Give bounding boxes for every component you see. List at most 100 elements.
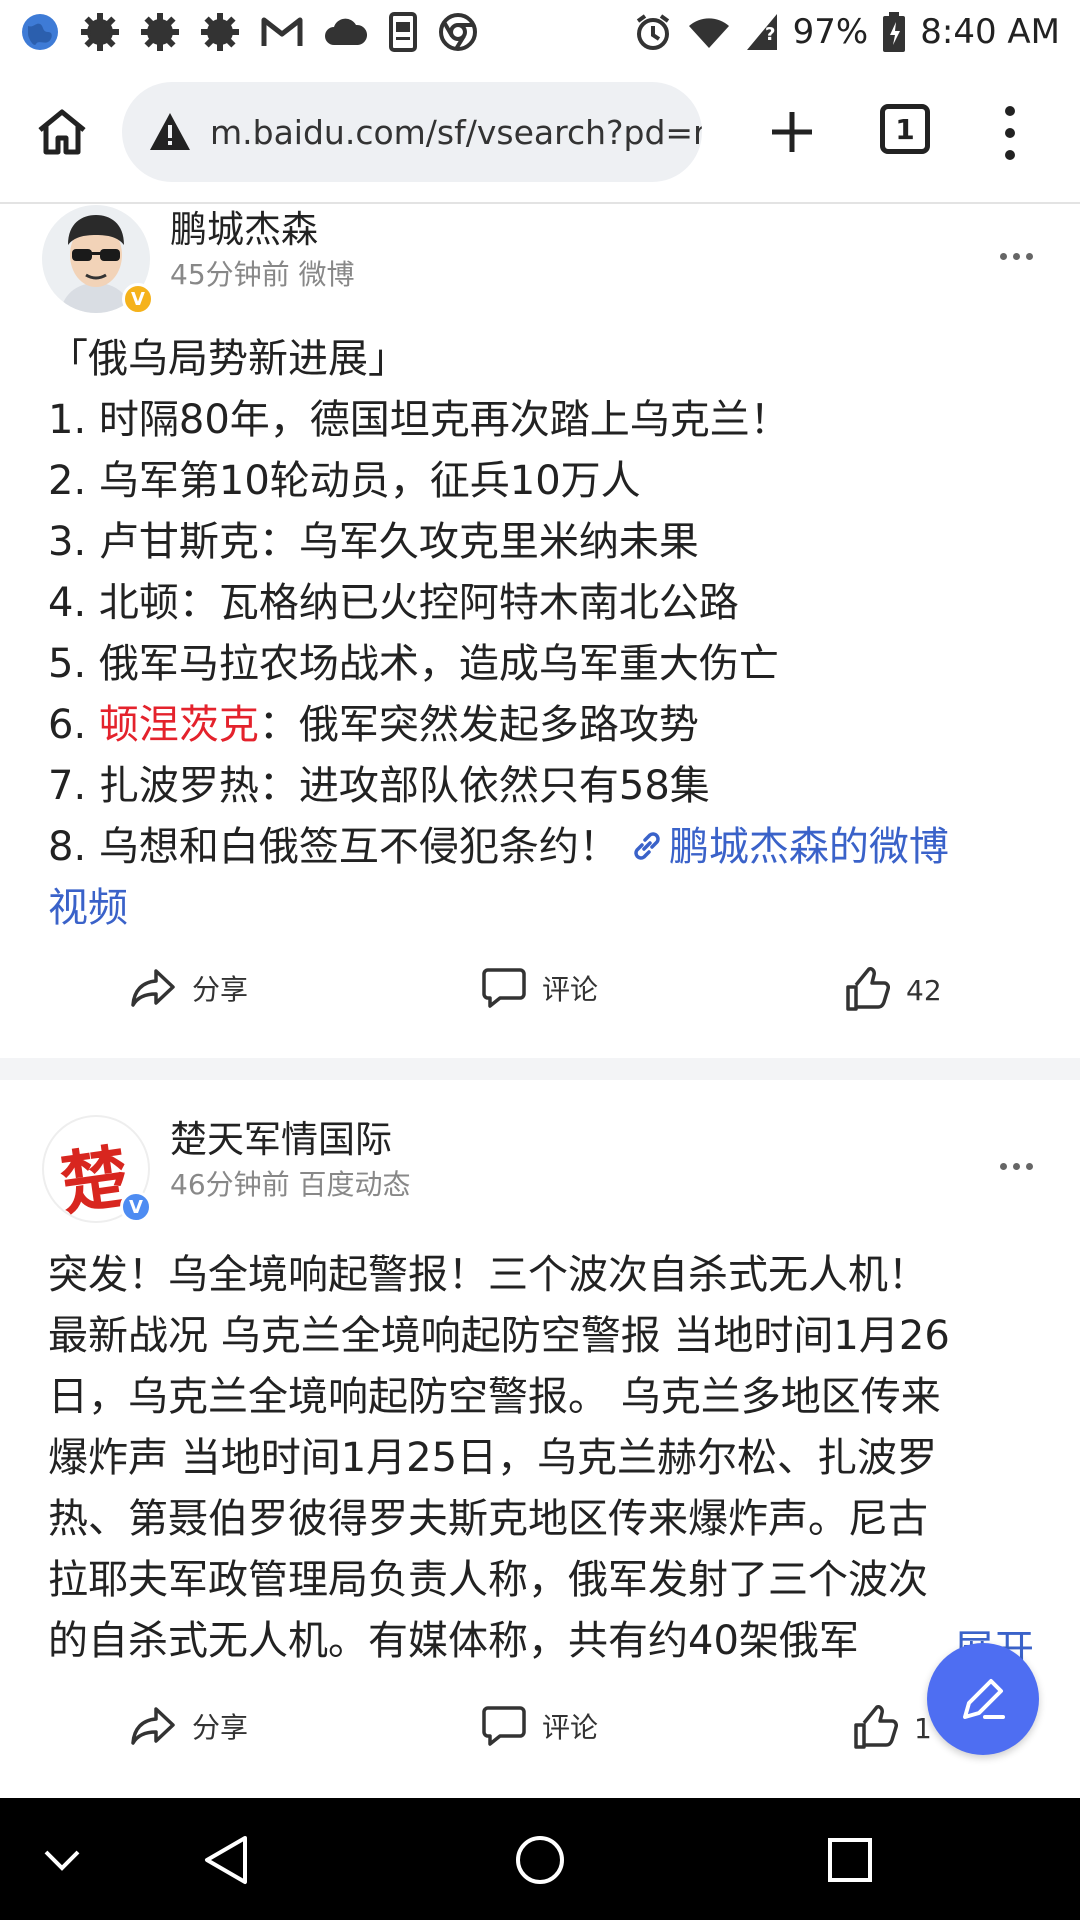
nav-home-button[interactable] <box>508 1828 572 1892</box>
more-options-button[interactable] <box>1000 253 1033 260</box>
video-link[interactable]: 视频 <box>48 878 1038 939</box>
cloud-icon <box>325 18 368 45</box>
author-name[interactable]: 鹏城杰森 <box>170 199 318 253</box>
home-button[interactable] <box>30 100 94 164</box>
warning-icon <box>150 113 190 150</box>
comment-icon <box>482 968 526 1008</box>
nav-recents-button[interactable] <box>818 1828 882 1892</box>
content-line: 7. 扎波罗热：进攻部队依然只有58集 <box>48 763 710 809</box>
status-bar: ? 97% 8:40 AM <box>0 0 1080 64</box>
content-line: 拉耶夫军政管理局负责人称，俄军发射了三个波次 <box>48 1557 928 1603</box>
content-line: 爆炸声 当地时间1月25日，乌克兰赫尔松、扎波罗 <box>48 1435 938 1481</box>
verified-badge-blue: V <box>120 1191 152 1223</box>
svg-text:?: ? <box>765 24 775 45</box>
avatar[interactable]: V <box>42 205 154 315</box>
menu-dot <box>1005 150 1015 160</box>
avatar[interactable]: 楚 V <box>42 1115 152 1225</box>
post-card: 楚 V 楚天军情国际 46分钟前 百度动态 突发！乌全境响起警报！三个波次自杀式… <box>0 1115 1080 1798</box>
content-line: 8. 乌想和白俄签互不侵犯条约！ 鹏城杰森的微博 <box>48 817 1038 878</box>
line-text: 8. 乌想和白俄签互不侵犯条约！ <box>48 824 619 870</box>
post-card: V 鹏城杰森 45分钟前 微博 「俄乌局势新进展」 1. 时隔80年，德国坦克再… <box>0 205 1080 1058</box>
share-button[interactable]: 分享 <box>130 1705 248 1747</box>
content-line: 1. 时隔80年，德国坦克再次踏上乌克兰！ <box>48 397 790 443</box>
content-line: 3. 卢甘斯克：乌军久攻克里米纳未果 <box>48 519 699 565</box>
plus-icon <box>772 112 812 152</box>
more-options-button[interactable] <box>1000 1163 1033 1170</box>
content-line: 6. 顿涅茨克：俄军突然发起多路攻势 <box>48 695 1038 756</box>
gear-icon <box>81 13 119 51</box>
content-line: 4. 北顿：瓦格纳已火控阿特木南北公路 <box>48 580 739 626</box>
gmail-icon <box>261 17 303 46</box>
like-button[interactable]: 1 <box>852 1705 932 1751</box>
content-line: 最新战况 乌克兰全境响起防空警报 当地时间1月26 <box>48 1313 950 1359</box>
menu-dot <box>1005 128 1015 138</box>
home-icon <box>38 109 86 155</box>
nav-collapse-button[interactable] <box>30 1828 94 1892</box>
wifi-icon <box>688 18 729 48</box>
like-count: 42 <box>906 973 942 1007</box>
author-name[interactable]: 楚天军情国际 <box>170 1109 392 1163</box>
content-line: 的自杀式无人机。有媒体称，共有约40架俄军 <box>48 1618 859 1664</box>
content-line: 热、第聂伯罗彼得罗夫斯克地区传来爆炸声。尼古 <box>48 1496 928 1542</box>
share-button[interactable]: 分享 <box>130 967 248 1009</box>
chevron-down-icon <box>44 1850 80 1871</box>
battery-icon <box>883 12 906 52</box>
url-text: m.baidu.com/sf/vsearch?pd=r <box>210 112 702 152</box>
chrome-icon <box>439 13 477 51</box>
share-icon <box>131 969 175 1007</box>
thumbs-up-icon <box>854 1705 898 1749</box>
post-content[interactable]: 「俄乌局势新进展」 1. 时隔80年，德国坦克再次踏上乌克兰！ 2. 乌军第10… <box>48 329 1038 939</box>
gear-icon <box>141 13 179 51</box>
highlight-keyword[interactable]: 顿涅茨克 <box>99 702 259 748</box>
edit-pencil-icon <box>963 1679 1005 1719</box>
share-label: 分享 <box>192 1711 249 1744</box>
tab-count: 1 <box>895 112 915 146</box>
compose-fab-button[interactable] <box>927 1643 1039 1755</box>
weibo-link[interactable]: 鹏城杰森的微博 <box>619 824 949 870</box>
comment-button[interactable]: 评论 <box>482 967 598 1009</box>
browser-menu-button[interactable] <box>990 98 1030 168</box>
share-label: 分享 <box>192 973 249 1006</box>
verified-badge-gold: V <box>122 283 154 315</box>
content-line: 日，乌克兰全境响起防空警报。 乌克兰多地区传来 <box>48 1374 941 1420</box>
comment-icon <box>482 1706 526 1746</box>
content-line: 2. 乌军第10轮动员，征兵10万人 <box>48 458 641 504</box>
share-icon <box>131 1707 175 1745</box>
like-button[interactable]: 42 <box>844 967 942 1013</box>
link-text: 鹏城杰森的微博 <box>668 824 949 870</box>
browser-toolbar: m.baidu.com/sf/vsearch?pd=r 1 <box>0 64 1080 204</box>
comment-label: 评论 <box>542 973 599 1006</box>
link-icon <box>634 832 660 860</box>
clock: 8:40 AM <box>920 12 1060 52</box>
alarm-icon <box>636 14 669 50</box>
content-line: 突发！乌全境响起警报！三个波次自杀式无人机！ <box>48 1252 928 1298</box>
new-tab-button[interactable] <box>758 98 826 166</box>
address-bar[interactable]: m.baidu.com/sf/vsearch?pd=r <box>122 82 702 182</box>
line-prefix: 6. <box>48 702 99 748</box>
content-line: 「俄乌局势新进展」 <box>48 336 408 382</box>
post-content[interactable]: 突发！乌全境响起警报！三个波次自杀式无人机！ 最新战况 乌克兰全境响起防空警报 … <box>48 1245 1038 1672</box>
tab-switcher-button[interactable]: 1 <box>880 104 930 154</box>
comment-button[interactable]: 评论 <box>482 1705 598 1747</box>
gear-icon <box>201 13 239 51</box>
back-triangle-icon <box>205 1836 247 1884</box>
post-actions: 分享 评论 1 <box>0 1705 1080 1765</box>
globe-icon <box>22 14 58 50</box>
post-actions: 分享 评论 42 <box>0 967 1080 1027</box>
menu-dot <box>1005 106 1015 116</box>
content-line: 5. 俄军马拉农场战术，造成乌军重大伤亡 <box>48 641 779 687</box>
nav-back-button[interactable] <box>194 1828 258 1892</box>
status-bar-right: ? 97% 8:40 AM <box>633 12 1060 52</box>
system-navigation-bar <box>0 1798 1080 1920</box>
status-bar-left <box>20 12 478 52</box>
recents-square-icon <box>828 1838 872 1882</box>
comment-label: 评论 <box>542 1711 599 1744</box>
home-circle-icon <box>516 1836 564 1884</box>
thumbs-up-icon <box>846 967 890 1011</box>
post-divider <box>0 1058 1080 1080</box>
battery-percent: 97% <box>792 12 869 52</box>
post-meta: 46分钟前 百度动态 <box>170 1168 411 1201</box>
reader-icon <box>389 12 417 52</box>
line-suffix: ：俄军突然发起多路攻势 <box>258 702 699 748</box>
post-meta: 45分钟前 微博 <box>170 258 355 291</box>
